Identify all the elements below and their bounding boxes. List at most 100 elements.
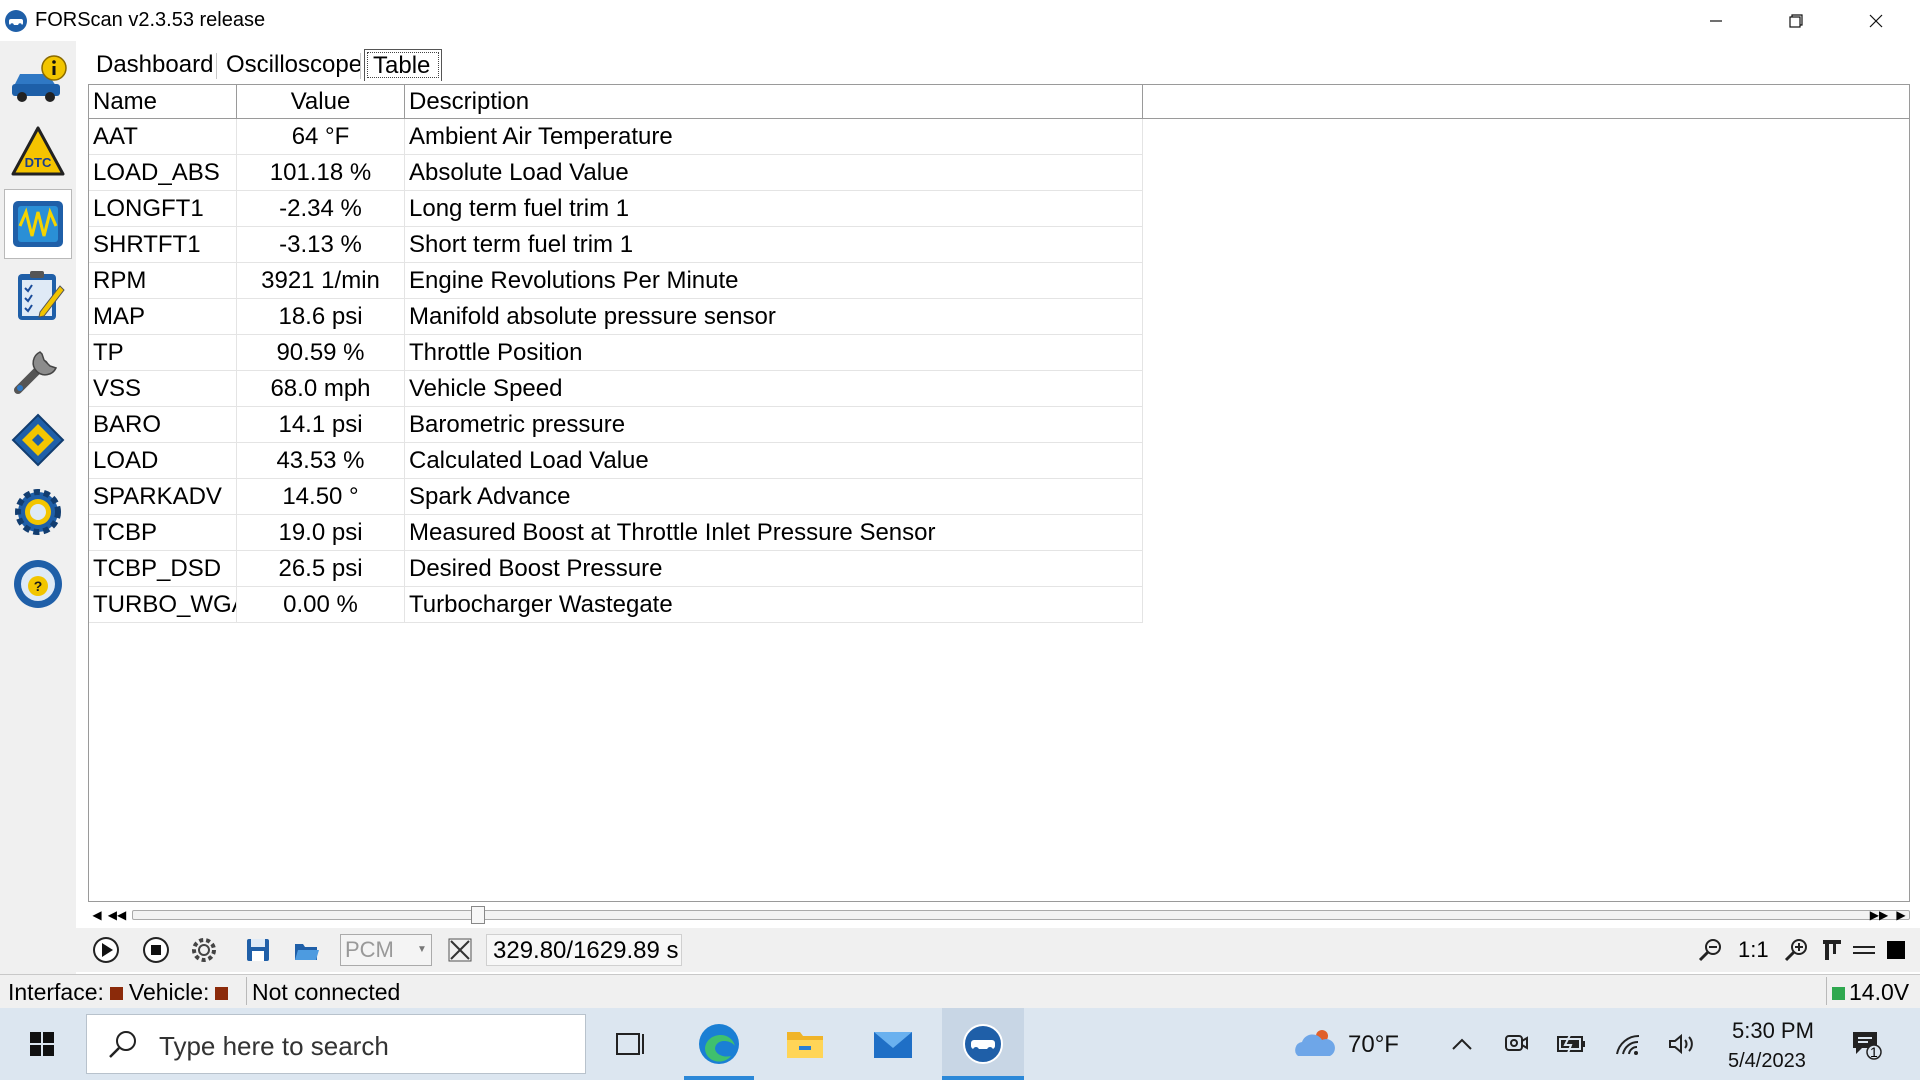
stop-button[interactable] [140,934,172,966]
notification-count: 1 [1870,1044,1878,1060]
cell-name: TCBP [89,515,237,551]
gear-icon [192,938,216,962]
zoom-in-button[interactable] [1780,934,1812,966]
network-button[interactable] [1610,1008,1646,1080]
voltage-indicator [1832,987,1845,1001]
weather-button[interactable] [1286,1008,1342,1080]
table-row[interactable]: TCBP 19.0 psi Measured Boost at Throttle I… [89,515,1143,551]
cell-description: Absolute Load Value [405,155,1143,191]
clear-button[interactable] [444,934,476,966]
table-row[interactable]: SHRTFT1 -3.13 % Short term fuel trim 1 [89,227,1143,263]
windows-taskbar: Type here to search 70°F 5:30 PM 5/4/202… [0,1008,1920,1080]
scroll-right-icon[interactable]: ▶ [1892,906,1910,924]
tab-oscilloscope[interactable]: Oscilloscope [218,49,362,81]
meet-now-button[interactable] [1498,1008,1534,1080]
sidebar-item-help[interactable]: ? [4,549,72,619]
minimize-icon [1710,19,1722,22]
sidebar-item-vehicle-info[interactable] [4,45,72,115]
table-row[interactable]: LOAD 43.53 % Calculated Load Value [89,443,1143,479]
sidebar-item-settings[interactable] [4,477,72,547]
table-row[interactable]: AAT 64 °F Ambient Air Temperature [89,119,1143,155]
clock-time[interactable]: 5:30 PM [1732,1018,1814,1044]
scroll-left-icon[interactable]: ◀ [88,906,106,924]
open-button[interactable] [290,934,322,966]
notifications-button[interactable]: 1 [1842,1008,1890,1080]
weather-temperature[interactable]: 70°F [1348,1031,1399,1059]
sidebar-item-tests[interactable] [4,261,72,331]
table-row[interactable]: LONGFT1 -2.34 % Long term fuel trim 1 [89,191,1143,227]
cell-value: 3921 1/min [237,263,405,299]
volume-button[interactable] [1664,1008,1700,1080]
scroll-to-start-icon[interactable]: ◀◀ [108,906,126,924]
collapse-button[interactable] [1848,934,1880,966]
tab-separator [360,53,361,79]
table-row[interactable]: TURBO_WGAT0.00 %Turbocharger Wastegate [89,587,1143,623]
battery-button[interactable] [1552,1008,1592,1080]
cell-value: 14.50 ° [237,479,405,515]
mail-button[interactable] [858,1008,928,1080]
status-interface: Interface: Vehicle: [8,979,234,1005]
forscan-taskbar-button[interactable] [942,1008,1024,1080]
table-row[interactable]: VSS 68.0 mph Vehicle Speed [89,371,1143,407]
table-row[interactable]: SPARKADV 14.50 ° Spark Advance [89,479,1143,515]
show-hidden-icons-button[interactable] [1444,1008,1480,1080]
timeline-scrollbar[interactable]: ◀ ◀◀ ▶▶ ▶ [88,904,1910,926]
module-select[interactable]: PCM ▼ [340,934,432,966]
close-button[interactable] [1836,0,1916,41]
table-row[interactable]: BARO 14.1 psi Barometric pressure [89,407,1143,443]
scroll-to-end-icon[interactable]: ▶▶ [1868,906,1890,924]
clock-date[interactable]: 5/4/2023 [1728,1050,1806,1073]
cursor-marker-button[interactable] [1816,934,1848,966]
start-button[interactable] [0,1008,84,1080]
cell-description: Barometric pressure [405,407,1143,443]
zoom-out-button[interactable] [1694,934,1726,966]
vehicle-label: Vehicle: [128,979,210,1005]
checklist-icon [18,271,65,320]
sidebar-item-configuration[interactable] [4,405,72,475]
cell-name: SPARKADV [89,479,237,515]
edge-browser-icon [699,1024,739,1064]
cell-description: Long term fuel trim 1 [405,191,1143,227]
sidebar-item-service[interactable] [4,333,72,403]
wifi-icon [1616,1034,1640,1055]
restore-icon [1789,13,1803,28]
config-button[interactable] [188,934,220,966]
save-button[interactable] [242,934,274,966]
table-row[interactable]: MAP 18.6 psi Manifold absolute pressure se… [89,299,1143,335]
cell-description: Throttle Position [405,335,1143,371]
task-view-icon [616,1033,644,1055]
cell-name: MAP [89,299,237,335]
minimize-button[interactable] [1676,0,1756,41]
sidebar-item-oscilloscope[interactable] [4,189,72,259]
edge-browser-button[interactable] [684,1008,754,1080]
cell-name: BARO [89,407,237,443]
restore-button[interactable] [1756,0,1836,41]
column-header-name[interactable]: Name [89,85,237,118]
table-row[interactable]: TP 90.59 % Throttle Position [89,335,1143,371]
taskbar-search-box[interactable]: Type here to search [86,1014,586,1074]
table-row[interactable]: LOAD_ABS 101.18 % Absolute Load Value [89,155,1143,191]
tab-dashboard[interactable]: Dashboard [88,49,213,81]
table-row[interactable]: TCBP_DSD 26.5 psi Desired Boost Pressure [89,551,1143,587]
module-select-value: PCM [345,937,394,962]
cell-value: 68.0 mph [237,371,405,407]
interface-label: Interface: [8,979,104,1005]
battery-charging-icon [1557,1034,1585,1054]
tab-table[interactable]: Table [364,49,442,81]
file-explorer-button[interactable] [770,1008,840,1080]
play-button[interactable] [90,934,122,966]
column-header-value[interactable]: Value [237,85,405,118]
table-row[interactable]: RPM 3921 1/min Engine Revolutions Per Minu… [89,263,1143,299]
zoom-ratio[interactable]: 1:1 [1738,934,1769,966]
scroll-track[interactable] [132,910,1910,920]
help-steering-wheel-icon: ? [14,560,62,608]
scroll-thumb[interactable] [471,906,485,924]
column-header-description[interactable]: Description [405,85,1143,118]
black-square-button[interactable] [1880,934,1912,966]
task-view-button[interactable] [596,1008,666,1080]
zoom-in-icon [1784,939,1807,962]
voltage-value: 14.0V [1849,979,1910,1005]
vehicle-status-indicator [215,987,229,1001]
sidebar-item-dtc[interactable]: DTC [4,117,72,187]
speaker-icon [1669,1033,1693,1055]
